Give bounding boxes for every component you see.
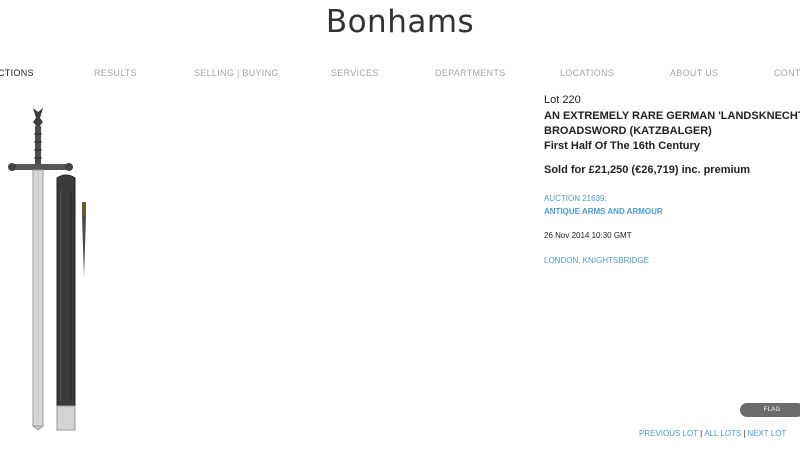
lot-title: AN EXTREMELY RARE GERMAN 'LANDSKNECHT' B… bbox=[544, 109, 800, 139]
all-lots-link[interactable]: ALL LOTS bbox=[704, 429, 741, 438]
nav-results[interactable]: RESULTS bbox=[94, 68, 137, 78]
nav-auctions[interactable]: CTIONS bbox=[0, 68, 34, 78]
main-nav: CTIONS RESULTS SELLING | BUYING SERVICES… bbox=[0, 68, 800, 82]
sale-name-link[interactable]: ANTIQUE ARMS AND ARMOUR bbox=[544, 207, 663, 216]
nav-about-us[interactable]: ABOUT US bbox=[670, 68, 718, 78]
lot-image[interactable] bbox=[0, 100, 120, 445]
nav-selling-buying: SELLING | BUYING bbox=[194, 68, 279, 78]
lot-subtitle: First Half Of The 16th Century bbox=[544, 140, 700, 152]
next-lot-link[interactable]: NEXT LOT bbox=[747, 429, 786, 438]
nav-services[interactable]: SERVICES bbox=[331, 68, 379, 78]
previous-lot-link[interactable]: PREVIOUS LOT bbox=[639, 429, 698, 438]
knife-illustration bbox=[82, 202, 86, 278]
nav-locations[interactable]: LOCATIONS bbox=[560, 68, 614, 78]
scabbard-illustration bbox=[56, 174, 76, 431]
sold-price: Sold for £21,250 (€26,719) inc. premium bbox=[544, 164, 751, 176]
lot-navigation: PREVIOUS LOT | ALL LOTS | NEXT LOT bbox=[639, 429, 786, 438]
nav-divider: | bbox=[236, 68, 240, 78]
nav-departments[interactable]: DEPARTMENTS bbox=[435, 68, 505, 78]
lot-title-line1: AN EXTREMELY RARE GERMAN 'LANDSKNECHT' bbox=[544, 110, 800, 122]
flag-button[interactable]: FLAG bbox=[740, 403, 800, 417]
lot-title-line2: BROADSWORD (KATZBALGER) bbox=[544, 125, 712, 137]
nav-selling[interactable]: SELLING bbox=[194, 68, 234, 78]
sale-location-link[interactable]: LONDON, KNIGHTSBRIDGE bbox=[544, 256, 649, 265]
bonhams-logo[interactable]: Bonhams bbox=[0, 4, 800, 40]
sale-date: 26 Nov 2014 10:30 GMT bbox=[544, 231, 632, 240]
nav-buying[interactable]: BUYING bbox=[242, 68, 278, 78]
lot-number: Lot 220 bbox=[544, 94, 581, 106]
auction-number-link[interactable]: AUCTION 21639: bbox=[544, 194, 607, 203]
nav-contact[interactable]: CONTA bbox=[774, 68, 800, 78]
